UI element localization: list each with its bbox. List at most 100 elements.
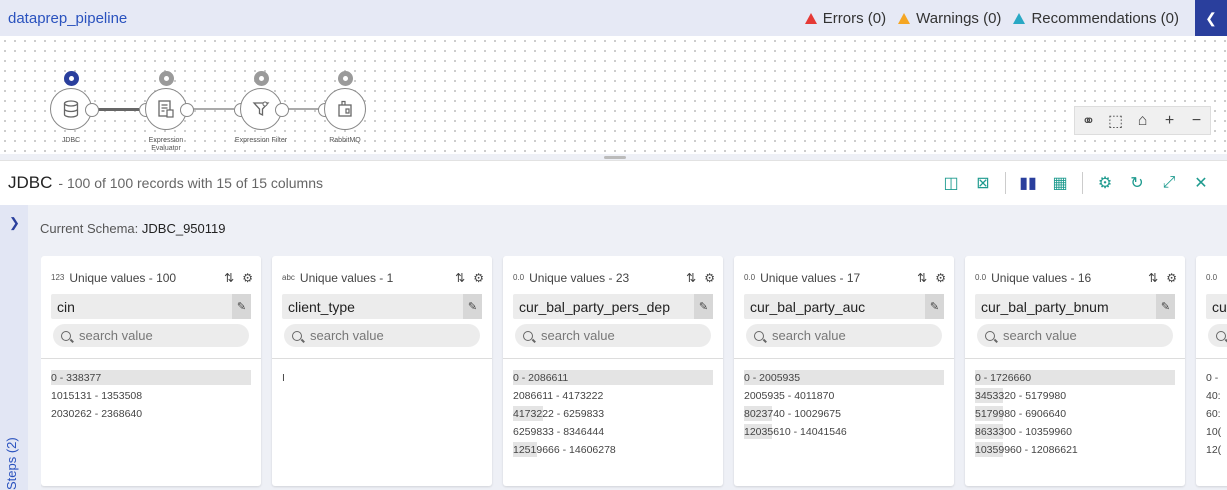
value-bucket[interactable]: 0 - 2005935 [744, 369, 944, 387]
sort-icon[interactable]: ⇅ [686, 271, 696, 285]
column-name: client_type [288, 298, 355, 315]
value-bucket-label: 60: [1206, 408, 1221, 420]
column-name-field[interactable]: cu✎ [1206, 294, 1227, 319]
node-output-port[interactable] [180, 103, 194, 117]
value-bucket[interactable]: 10359960 - 12086621 [975, 441, 1175, 459]
edit-pencil-icon[interactable]: ✎ [232, 294, 251, 319]
edit-pencil-icon[interactable]: ✎ [1156, 294, 1175, 319]
search-placeholder: search value [310, 328, 384, 343]
preview-eye-icon[interactable] [159, 71, 174, 86]
search-value-input[interactable]: search value [284, 324, 480, 347]
grid-view-icon[interactable]: ▦ [1044, 171, 1076, 195]
records-summary: - 100 of 100 records with 15 of 15 colum… [58, 175, 323, 191]
steps-sidebar[interactable]: ❯ Steps (2) [0, 205, 28, 490]
value-bucket[interactable]: 10( [1206, 423, 1227, 441]
schema-label: Current Schema: [40, 221, 139, 236]
panel-resize-handle[interactable] [604, 156, 626, 159]
collapse-panel-button[interactable]: ❮ [1195, 0, 1227, 36]
sort-icon[interactable]: ⇅ [455, 271, 465, 285]
pipeline-canvas[interactable]: JDBC Expression Evaluator Expression Fil… [0, 36, 1227, 154]
preview-eye-icon[interactable] [338, 71, 353, 86]
preview-eye-icon[interactable] [254, 71, 269, 86]
remove-column-icon[interactable]: ⊠ [967, 171, 999, 195]
column-settings-gear-icon[interactable]: ⚙ [473, 271, 484, 285]
value-bucket[interactable]: 4173222 - 6259833 [513, 405, 713, 423]
value-bucket[interactable]: 6259833 - 8346444 [513, 423, 713, 441]
pipeline-node-rabbitmq[interactable] [324, 88, 366, 130]
value-bucket[interactable]: 12035610 - 14041546 [744, 423, 944, 441]
column-card: abc Unique values - 1 ⇅ ⚙ client_type ✎ search… [272, 256, 492, 486]
column-type-icon: 0.0 [744, 273, 756, 282]
value-bucket[interactable]: 40: [1206, 387, 1227, 405]
node-output-port[interactable] [275, 103, 289, 117]
close-icon[interactable]: ✕ [1185, 171, 1217, 195]
value-bucket[interactable]: 2086611 - 4173222 [513, 387, 713, 405]
column-name-field[interactable]: cin ✎ [51, 294, 251, 319]
pipeline-title[interactable]: dataprep_pipeline [8, 10, 127, 27]
add-column-icon[interactable]: ◫ [935, 171, 967, 195]
auto-arrange-icon[interactable]: ⚭ [1075, 107, 1102, 134]
search-placeholder: search value [772, 328, 846, 343]
value-bucket[interactable]: 2030262 - 2368640 [51, 405, 251, 423]
column-view-icon[interactable]: ▮▮ [1012, 171, 1044, 195]
preview-eye-icon[interactable] [64, 71, 79, 86]
value-bucket-label: 12035610 - 14041546 [744, 426, 847, 438]
chevron-right-icon[interactable]: ❯ [9, 215, 20, 231]
search-value-input[interactable]: search value [977, 324, 1173, 347]
zoom-out-icon[interactable]: − [1183, 107, 1210, 134]
column-settings-gear-icon[interactable]: ⚙ [1166, 271, 1177, 285]
select-area-icon[interactable]: ⬚ [1102, 107, 1129, 134]
column-settings-gear-icon[interactable]: ⚙ [242, 271, 253, 285]
refresh-icon[interactable]: ↻ [1121, 171, 1153, 195]
value-bucket[interactable]: I [282, 369, 482, 387]
zoom-in-icon[interactable]: + [1156, 107, 1183, 134]
value-list: I [272, 359, 492, 387]
value-bucket[interactable]: 0 - 338377 [51, 369, 251, 387]
value-bucket[interactable]: 1015131 - 1353508 [51, 387, 251, 405]
value-bucket[interactable]: 8023740 - 10029675 [744, 405, 944, 423]
home-icon[interactable]: ⌂ [1129, 107, 1156, 134]
search-value-input[interactable]: search value [515, 324, 711, 347]
value-bucket[interactable]: 3453320 - 5179980 [975, 387, 1175, 405]
column-settings-gear-icon[interactable]: ⚙ [704, 271, 715, 285]
settings-gear-icon[interactable]: ⚙ [1089, 171, 1121, 195]
errors-status[interactable]: Errors (0) [804, 10, 886, 27]
sort-icon[interactable]: ⇅ [1148, 271, 1158, 285]
recommendations-status[interactable]: Recommendations (0) [1013, 10, 1179, 27]
value-bucket[interactable]: 0 - 1726660 [975, 369, 1175, 387]
value-bucket[interactable]: 0 - [1206, 369, 1227, 387]
current-schema: Current Schema: JDBC_950119 [40, 221, 225, 236]
column-settings-gear-icon[interactable]: ⚙ [935, 271, 946, 285]
canvas-toolbar: ⚭ ⬚ ⌂ + − [1074, 106, 1211, 135]
search-value-input[interactable]: search value [746, 324, 942, 347]
column-name-field[interactable]: cur_bal_party_bnum ✎ [975, 294, 1175, 319]
connector-line [97, 108, 139, 111]
steps-label[interactable]: Steps (2) [4, 437, 19, 490]
sort-icon[interactable]: ⇅ [917, 271, 927, 285]
value-bucket[interactable]: 12( [1206, 441, 1227, 459]
edit-pencil-icon[interactable]: ✎ [925, 294, 944, 319]
rabbitmq-icon [338, 100, 352, 117]
value-bucket-label: 0 - 2086611 [513, 372, 569, 384]
value-list: 0 - 40: 60: 10(12( [1196, 359, 1227, 459]
search-icon [985, 330, 995, 341]
column-name-field[interactable]: cur_bal_party_pers_dep ✎ [513, 294, 713, 319]
edit-pencil-icon[interactable]: ✎ [463, 294, 482, 319]
column-name-field[interactable]: client_type ✎ [282, 294, 482, 319]
warnings-status[interactable]: Warnings (0) [898, 10, 1001, 27]
unique-values-label: Unique values - 16 [991, 270, 1092, 285]
value-bucket[interactable]: 12519666 - 14606278 [513, 441, 713, 459]
value-bucket[interactable]: 8633300 - 10359960 [975, 423, 1175, 441]
edit-pencil-icon[interactable]: ✎ [694, 294, 713, 319]
expand-icon[interactable]: ⤢ [1153, 171, 1185, 195]
value-bucket[interactable]: 60: [1206, 405, 1227, 423]
value-bucket[interactable]: 5179980 - 6906640 [975, 405, 1175, 423]
sort-icon[interactable]: ⇅ [224, 271, 234, 285]
search-value-input[interactable] [1208, 324, 1227, 347]
node-output-port[interactable] [85, 103, 99, 117]
value-bucket[interactable]: 0 - 2086611 [513, 369, 713, 387]
column-name-field[interactable]: cur_bal_party_auc ✎ [744, 294, 944, 319]
column-card: 0.0 Unique values - 23 ⇅ ⚙ cur_bal_party_per… [503, 256, 723, 486]
value-bucket[interactable]: 2005935 - 4011870 [744, 387, 944, 405]
search-value-input[interactable]: search value [53, 324, 249, 347]
